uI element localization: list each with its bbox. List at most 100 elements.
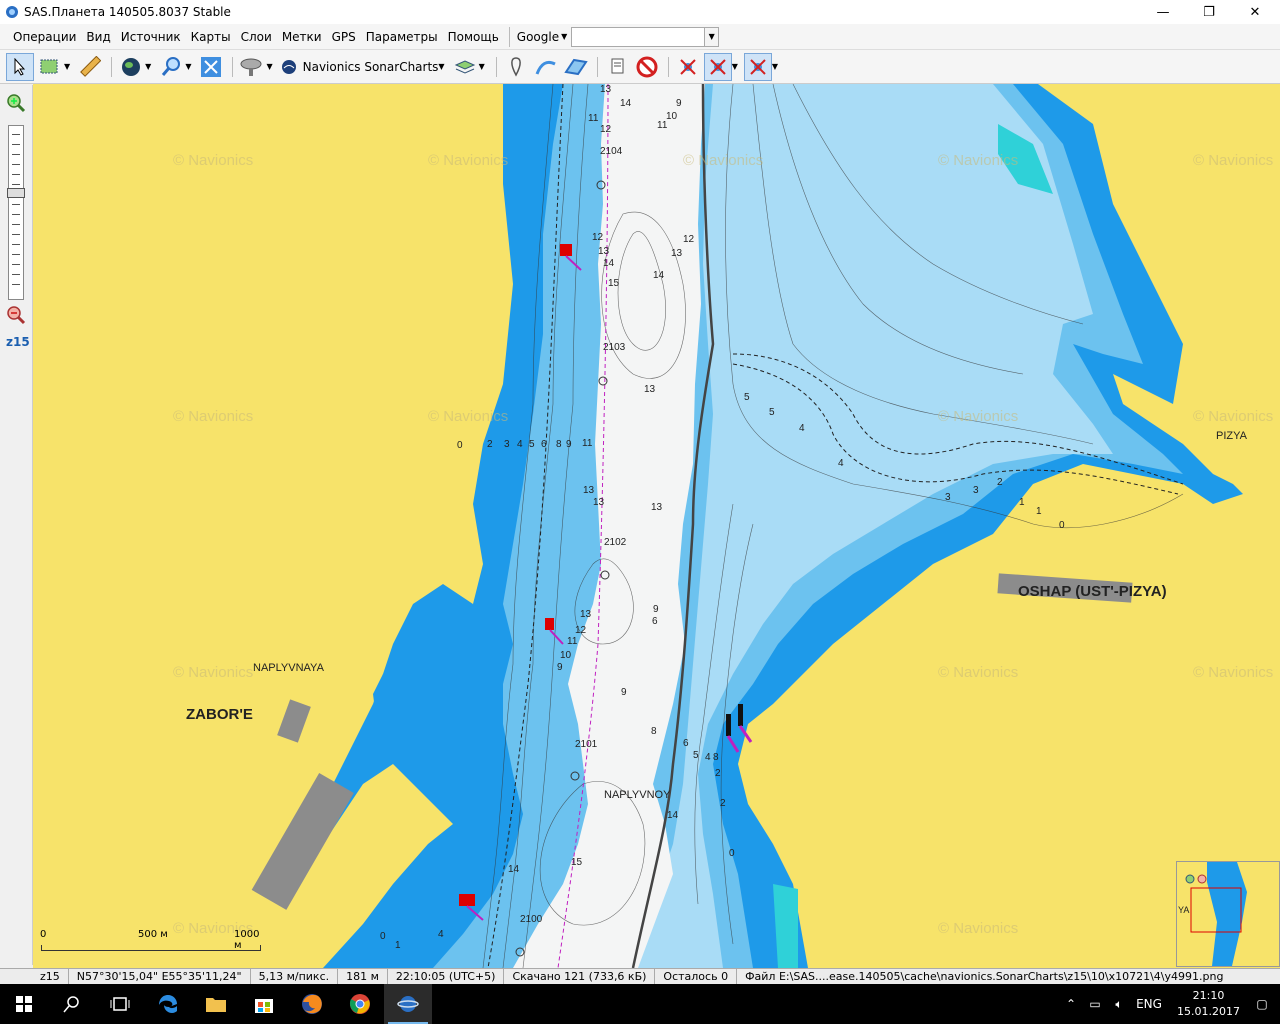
chevron-down-icon[interactable]: ▼: [185, 62, 191, 71]
zoom-slider-thumb[interactable]: [7, 188, 25, 198]
ruler-button[interactable]: [76, 53, 104, 81]
depth-label: 0: [457, 440, 463, 451]
gps-satellite-icon: [680, 58, 696, 75]
depth-label: 13: [600, 84, 612, 95]
depth-label: 9: [566, 439, 572, 450]
taskbar-sasplanet[interactable]: [384, 984, 432, 1024]
firefox-icon: [302, 994, 322, 1014]
satellite-button[interactable]: [238, 53, 266, 81]
map-source-label[interactable]: Navionics SonarCharts: [303, 60, 439, 74]
maximize-button[interactable]: ❐: [1186, 0, 1232, 24]
menu-marks[interactable]: Метки: [277, 24, 327, 50]
gps-track-button[interactable]: [703, 52, 732, 81]
chevron-down-icon[interactable]: ▼: [732, 62, 738, 71]
marks-panel-button[interactable]: [603, 53, 631, 81]
menu-gps[interactable]: GPS: [327, 24, 361, 50]
notifications-icon[interactable]: ▢: [1250, 997, 1274, 1011]
chevron-down-icon[interactable]: ▼: [479, 62, 485, 71]
pointer-tool-button[interactable]: [6, 52, 34, 81]
depth-label: 13: [580, 609, 592, 620]
toolbar-separator: [495, 56, 497, 77]
depth-label: 2: [720, 798, 726, 809]
hide-marks-button[interactable]: [633, 53, 661, 81]
start-button[interactable]: [0, 984, 48, 1024]
taskbar-firefox[interactable]: [288, 984, 336, 1024]
zoom-in-button[interactable]: [6, 93, 26, 116]
place-naplyvnaya: NAPLYVNAYA: [253, 662, 324, 674]
zoom-level-label: z15: [6, 335, 30, 349]
building-block: [251, 772, 354, 910]
select-area-icon: [40, 59, 58, 73]
close-button[interactable]: ✕: [1232, 0, 1278, 24]
chevron-down-icon[interactable]: ▼: [145, 62, 151, 71]
overview-minimap[interactable]: YA: [1176, 861, 1280, 967]
clock[interactable]: 21:10 15.01.2017: [1177, 988, 1240, 1020]
select-area-button[interactable]: [36, 53, 64, 81]
toolbar-separator: [232, 56, 234, 77]
layers-icon: [454, 59, 475, 74]
zoom-button[interactable]: [157, 53, 185, 81]
depth-label: 8: [651, 726, 657, 737]
chevron-down-icon[interactable]: ▼: [704, 27, 719, 46]
fullscreen-button[interactable]: [197, 53, 225, 81]
navionics-map-icon-button[interactable]: [279, 53, 299, 81]
menu-view[interactable]: Вид: [81, 24, 115, 50]
menu-parameters[interactable]: Параметры: [361, 24, 443, 50]
add-path-button[interactable]: [532, 53, 560, 81]
chrome-icon: [349, 994, 370, 1014]
status-downloaded: Скачано 121 (733,6 кБ): [504, 969, 656, 984]
windows-logo-icon: [16, 996, 32, 1012]
search-button[interactable]: [48, 984, 96, 1024]
zoom-slider[interactable]: [7, 125, 25, 300]
zoom-out-button[interactable]: [6, 305, 26, 328]
ruler-icon: [80, 55, 102, 77]
layers-button[interactable]: [451, 53, 479, 81]
task-view-button[interactable]: [96, 984, 144, 1024]
depth-label: 8: [713, 752, 719, 763]
gps-center-button[interactable]: [743, 52, 772, 81]
cursor-icon: [14, 57, 26, 76]
chevron-down-icon[interactable]: ▼: [64, 62, 70, 71]
sasplanet-icon: [397, 996, 419, 1012]
chevron-down-icon: ▼: [561, 32, 568, 41]
minimize-button[interactable]: —: [1140, 0, 1186, 24]
depth-label: 8: [556, 439, 562, 450]
status-remaining: Осталось 0: [655, 969, 738, 984]
globe-button[interactable]: [117, 53, 145, 81]
network-icon[interactable]: ▭: [1083, 997, 1107, 1011]
menu-layers[interactable]: Слои: [236, 24, 277, 50]
language-indicator[interactable]: ENG: [1131, 997, 1167, 1011]
menu-help[interactable]: Помощь: [443, 24, 504, 50]
chevron-up-icon[interactable]: ⌃: [1059, 997, 1083, 1011]
toolbar-separator: [111, 56, 113, 77]
depth-label: 9: [557, 662, 563, 673]
volume-icon[interactable]: 🔈︎: [1107, 997, 1131, 1012]
minimap-view[interactable]: YA: [1177, 862, 1279, 966]
google-dropdown[interactable]: Google ▼: [517, 30, 567, 44]
taskbar-explorer[interactable]: [192, 984, 240, 1024]
depth-label: 13: [593, 497, 605, 508]
bathymetry-chart[interactable]: [33, 84, 1280, 968]
gps-connect-button[interactable]: [674, 53, 702, 81]
watermark: © Navionics: [173, 664, 254, 681]
taskbar-store[interactable]: [240, 984, 288, 1024]
chevron-down-icon[interactable]: ▼: [772, 62, 778, 71]
navionics-icon: [281, 59, 296, 74]
menu-separator: [508, 26, 510, 47]
chevron-down-icon[interactable]: ▼: [266, 62, 272, 71]
depth-label: 11: [582, 438, 593, 449]
add-placemark-button[interactable]: [502, 53, 530, 81]
map-view[interactable]: © Navionics © Navionics © Navionics © Na…: [33, 84, 1280, 968]
taskbar-chrome[interactable]: [336, 984, 384, 1024]
system-tray: ⌃ ▭ 🔈︎ ENG 21:10 15.01.2017 ▢: [1059, 984, 1280, 1024]
menu-source[interactable]: Источник: [116, 24, 186, 50]
taskbar-edge[interactable]: [144, 984, 192, 1024]
menu-operations[interactable]: Операции: [8, 24, 81, 50]
globe-icon: [122, 57, 141, 76]
menu-maps[interactable]: Карты: [186, 24, 236, 50]
add-polygon-button[interactable]: [562, 53, 590, 81]
depth-label: 6: [541, 439, 547, 450]
magnifier-icon: [162, 56, 181, 76]
map-search-combo[interactable]: ▼: [571, 26, 720, 47]
chevron-down-icon[interactable]: ▼: [438, 62, 444, 71]
